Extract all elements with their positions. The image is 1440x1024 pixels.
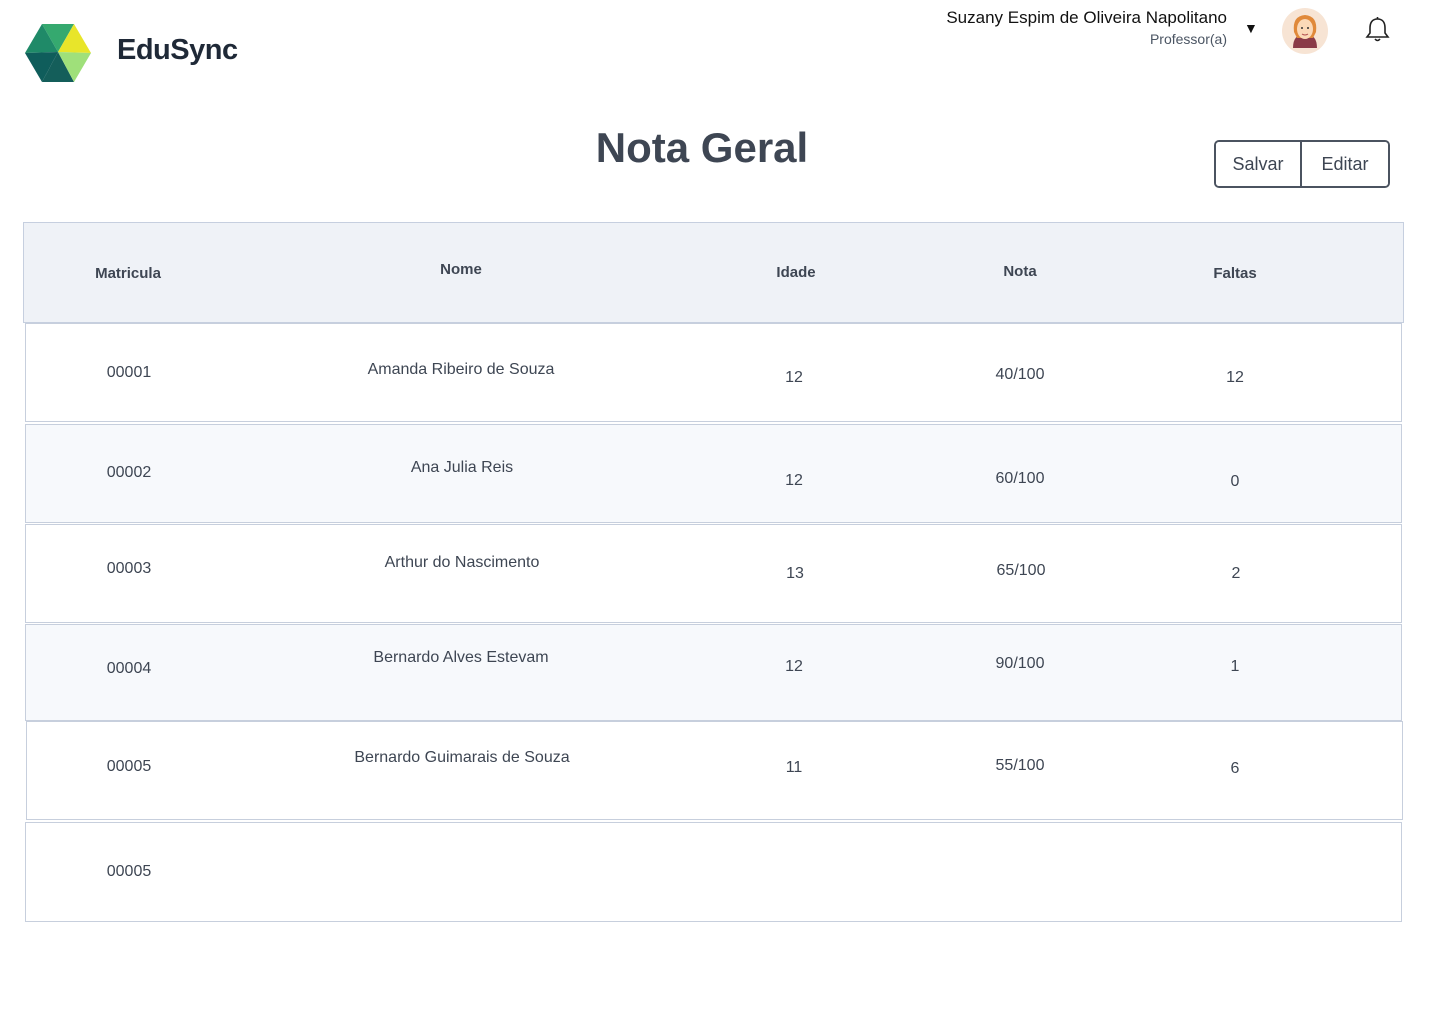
user-info[interactable]: Suzany Espim de Oliveira Napolitano Prof… xyxy=(946,7,1227,49)
action-button-group: Salvar Editar xyxy=(1214,140,1390,188)
cell-idade: 13 xyxy=(786,565,804,582)
column-header-nome: Nome xyxy=(440,261,482,278)
save-button[interactable]: Salvar xyxy=(1216,142,1302,186)
column-header-faltas: Faltas xyxy=(1213,265,1257,282)
cell-nome: Arthur do Nascimento xyxy=(384,554,540,571)
cell-nome: Bernardo Alves Estevam xyxy=(373,649,549,666)
table-header: Matricula Nome Idade Nota Faltas xyxy=(23,222,1404,323)
cell-nome: Ana Julia Reis xyxy=(410,459,514,476)
cell-nome: Bernardo Guimarais de Souza xyxy=(354,749,570,766)
cell-matricula: 00004 xyxy=(106,660,152,677)
cell-faltas: 0 xyxy=(1230,473,1240,490)
cell-nota: 65/100 xyxy=(996,562,1046,579)
edit-button[interactable]: Editar xyxy=(1302,142,1388,186)
cell-faltas: 12 xyxy=(1226,369,1244,386)
cell-idade: 11 xyxy=(785,759,803,776)
cell-faltas: 2 xyxy=(1231,565,1241,582)
column-header-nota: Nota xyxy=(1003,263,1037,280)
cell-idade: 12 xyxy=(785,369,803,386)
cell-matricula: 00003 xyxy=(106,560,152,577)
table-row[interactable]: 00004 Bernardo Alves Estevam 12 90/100 1 xyxy=(25,624,1402,721)
user-name: Suzany Espim de Oliveira Napolitano xyxy=(946,8,1227,27)
table-row[interactable]: 00005 Bernardo Guimarais de Souza 11 55/… xyxy=(26,721,1403,820)
cell-matricula: 00001 xyxy=(106,364,152,381)
cell-nota: 90/100 xyxy=(995,655,1045,672)
avatar[interactable] xyxy=(1282,8,1328,54)
brand-name: EduSync xyxy=(117,34,238,66)
column-header-matricula: Matricula xyxy=(95,265,161,282)
user-role: Professor(a) xyxy=(1149,31,1227,47)
cell-faltas: 6 xyxy=(1230,760,1240,777)
bell-icon[interactable] xyxy=(1364,16,1391,44)
cell-idade: 12 xyxy=(785,658,803,675)
cell-faltas: 1 xyxy=(1230,658,1240,675)
column-header-idade: Idade xyxy=(776,264,816,281)
table-row[interactable]: 00001 Amanda Ribeiro de Souza 12 40/100 … xyxy=(25,323,1402,422)
cell-idade: 12 xyxy=(785,472,803,489)
table-row[interactable]: 00005 xyxy=(25,822,1402,922)
caret-down-icon[interactable]: ▼ xyxy=(1244,20,1258,36)
cell-matricula: 00005 xyxy=(106,863,152,880)
page-title: Nota Geral xyxy=(595,124,809,171)
cell-matricula: 00002 xyxy=(106,464,152,481)
cell-nota: 55/100 xyxy=(995,757,1045,774)
table-row[interactable]: 00003 Arthur do Nascimento 13 65/100 2 xyxy=(25,524,1402,623)
cell-nota: 60/100 xyxy=(995,470,1045,487)
cell-matricula: 00005 xyxy=(106,758,152,775)
edusync-logo-icon xyxy=(25,24,91,82)
cell-nota: 40/100 xyxy=(995,366,1045,383)
cell-nome: Amanda Ribeiro de Souza xyxy=(367,361,555,378)
table-row[interactable]: 00002 Ana Julia Reis 12 60/100 0 xyxy=(25,424,1402,523)
